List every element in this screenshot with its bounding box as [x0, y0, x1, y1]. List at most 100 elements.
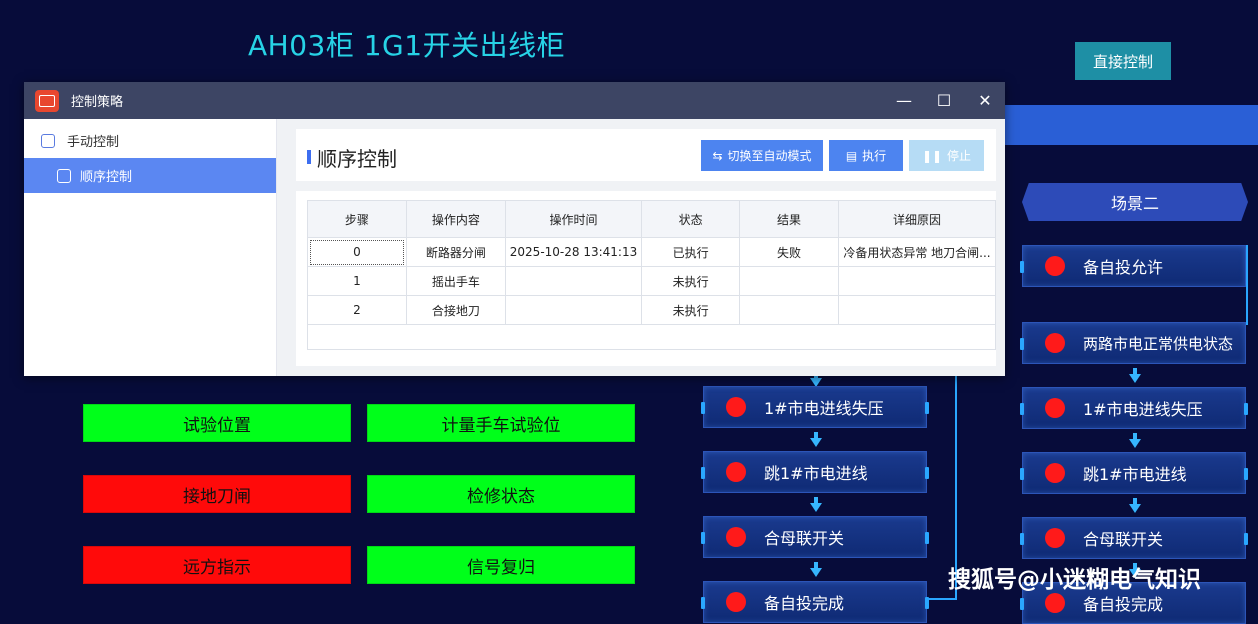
status-dot	[1045, 528, 1065, 548]
remote-indicator-button[interactable]: 远方指示	[83, 546, 351, 584]
earth-switch-button[interactable]: 接地刀闸	[83, 475, 351, 513]
manual-control-icon	[41, 133, 55, 148]
flow-node-label: 备自投完成	[1083, 595, 1164, 614]
status-dot	[726, 462, 746, 482]
dialog-content: 顺序控制 ⇆ 切换至自动模式 ▤ 执行 ❚❚ 停止 步骤 操作内容 操作时间 状…	[277, 119, 1005, 376]
sidebar-item-label: 手动控制	[67, 135, 120, 150]
sidebar-item-manual[interactable]: 手动控制	[24, 123, 276, 158]
table-cell[interactable]: 2	[307, 295, 407, 325]
panel-title: 顺序控制	[317, 147, 397, 171]
watermark: 搜狐号@小迷糊电气知识	[948, 567, 1201, 593]
flow-arrow	[1129, 439, 1141, 448]
flow-node-label: 合母联开关	[764, 529, 845, 548]
node-edge	[701, 597, 705, 609]
control-strategy-dialog: 控制策略 — ☐ ✕ 手动控制 顺序控制 顺序控制 ⇆ 切换至自动模式 ▤ 执行	[24, 82, 1005, 376]
dialog-sidebar: 手动控制 顺序控制	[24, 119, 277, 376]
scene2-node-normal-supply[interactable]: 两路市电正常供电状态	[1020, 322, 1246, 364]
swap-icon: ⇆	[712, 148, 723, 163]
node-edge	[1244, 533, 1248, 545]
table-cell[interactable]	[504, 295, 643, 325]
meter-handcart-test-button[interactable]: 计量手车试验位	[367, 404, 635, 442]
table-cell[interactable]: 合接地刀	[405, 295, 506, 325]
table-cell[interactable]	[837, 295, 997, 325]
status-dot	[1045, 398, 1065, 418]
table-cell[interactable]	[837, 266, 997, 296]
table-cell[interactable]: 未执行	[641, 266, 741, 296]
node-edge	[925, 467, 929, 479]
scene2-node-close-bus-tie[interactable]: 合母联开关	[1020, 517, 1248, 559]
test-position-button[interactable]: 试验位置	[83, 404, 351, 442]
column-header: 结果	[739, 200, 839, 238]
flow-node-label: 备自投完成	[764, 594, 845, 613]
table-cell[interactable]	[739, 266, 839, 296]
flow-arrow	[810, 503, 822, 512]
flow-node-close-bus-tie[interactable]: 合母联开关	[701, 516, 929, 558]
table-empty-row	[307, 324, 996, 350]
table-cell[interactable]: 断路器分闸	[405, 237, 506, 267]
table-cell[interactable]: 已执行	[641, 237, 741, 267]
table-cell[interactable]: 0	[307, 237, 407, 267]
sidebar-item-sequence[interactable]: 顺序控制	[24, 158, 276, 193]
node-edge	[1020, 533, 1024, 545]
table-cell[interactable]: 冷备用状态异常 地刀合闸...	[837, 237, 997, 267]
table-cell[interactable]: 未执行	[641, 295, 741, 325]
node-edge	[1020, 338, 1024, 350]
execute-label: 执行	[862, 149, 887, 163]
direct-control-button[interactable]: 直接控制	[1075, 42, 1171, 80]
scene2-node-trip-1[interactable]: 跳1#市电进线	[1020, 452, 1248, 494]
flow-arrow	[810, 438, 822, 447]
table-row[interactable]: 2 合接地刀 未执行	[307, 295, 997, 325]
signal-reset-button[interactable]: 信号复归	[367, 546, 635, 584]
app-icon	[35, 89, 59, 112]
execute-button[interactable]: ▤ 执行	[829, 140, 903, 171]
node-edge	[701, 467, 705, 479]
maintenance-button[interactable]: 检修状态	[367, 475, 635, 513]
table-cell[interactable]: 1	[307, 266, 407, 296]
sequence-table: 步骤 操作内容 操作时间 状态 结果 详细原因 0 断路器分闸 2025-10-…	[307, 200, 997, 350]
table-row[interactable]: 1 摇出手车 未执行	[307, 266, 997, 296]
status-dot	[726, 592, 746, 612]
flow-node-complete[interactable]: 备自投完成	[701, 581, 929, 623]
connector-line	[928, 598, 956, 600]
connector-line	[1246, 245, 1248, 325]
table-cell[interactable]: 摇出手车	[405, 266, 506, 296]
column-header: 步骤	[307, 200, 407, 238]
node-edge	[1244, 468, 1248, 480]
flow-node-label: 跳1#市电进线	[764, 464, 868, 483]
scene2-node-lost-power-1[interactable]: 1#市电进线失压	[1020, 387, 1248, 429]
table-cell[interactable]	[504, 266, 643, 296]
maximize-icon[interactable]: ☐	[924, 82, 964, 119]
stop-button[interactable]: ❚❚ 停止	[909, 140, 984, 171]
table-cell[interactable]	[739, 295, 839, 325]
table-empty-cell	[307, 324, 996, 350]
column-header: 操作内容	[405, 200, 506, 238]
flow-arrow	[810, 568, 822, 577]
column-header: 操作时间	[504, 200, 643, 238]
status-dot	[726, 397, 746, 417]
node-edge	[1020, 403, 1024, 415]
flow-arrow	[1129, 504, 1141, 513]
close-icon[interactable]: ✕	[965, 82, 1005, 119]
minimize-icon[interactable]: —	[884, 82, 924, 119]
flow-node-lost-power-1[interactable]: 1#市电进线失压	[701, 386, 929, 428]
page-title: AH03柜 1G1开关出线柜	[248, 29, 566, 62]
status-dot	[1045, 333, 1065, 353]
scene2-node-allow[interactable]: 备自投允许	[1020, 245, 1246, 287]
flow-node-label: 跳1#市电进线	[1083, 465, 1187, 484]
title-accent-bar	[307, 150, 311, 164]
switch-auto-button[interactable]: ⇆ 切换至自动模式	[701, 140, 823, 171]
execute-icon: ▤	[845, 148, 858, 163]
status-dot	[1045, 463, 1065, 483]
column-header: 状态	[641, 200, 741, 238]
scene2-header: 场景二	[1022, 183, 1248, 221]
table-row[interactable]: 0 断路器分闸 2025-10-28 13:41:13 已执行 失败 冷备用状态…	[307, 237, 997, 267]
stop-label: 停止	[947, 149, 972, 163]
node-edge	[1020, 598, 1024, 610]
flow-arrow	[1129, 374, 1141, 383]
table-cell[interactable]: 2025-10-28 13:41:13	[504, 237, 643, 267]
switch-auto-label: 切换至自动模式	[727, 149, 812, 163]
table-cell[interactable]: 失败	[739, 237, 839, 267]
flow-node-trip-1[interactable]: 跳1#市电进线	[701, 451, 929, 493]
dialog-titlebar[interactable]: 控制策略 — ☐ ✕	[24, 82, 1005, 119]
flow-node-label: 备自投允许	[1083, 258, 1164, 277]
